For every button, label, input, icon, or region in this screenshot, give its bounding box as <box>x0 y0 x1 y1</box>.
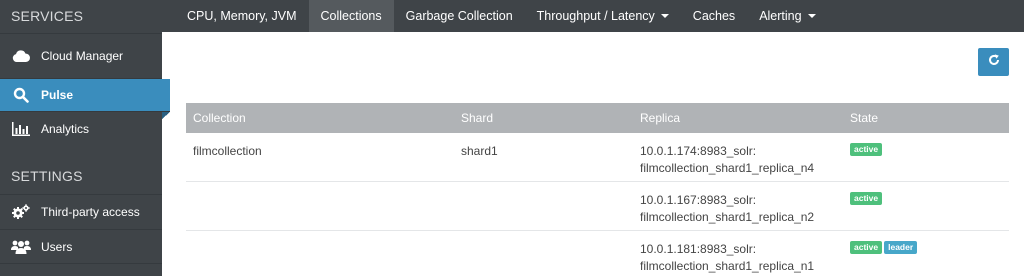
table-row: 10.0.1.181:8983_solr: filmcollection_sha… <box>186 231 1009 279</box>
tab-throughput-latency[interactable]: Throughput / Latency <box>525 0 681 32</box>
sidebar-item-analytics[interactable]: Analytics <box>0 112 162 146</box>
services-heading: SERVICES <box>11 8 84 24</box>
replica-host: 10.0.1.181:8983_solr: <box>640 242 757 256</box>
status-badge: active <box>850 241 883 254</box>
search-icon <box>11 87 31 103</box>
sidebar-item-label: Cloud Manager <box>41 49 124 63</box>
column-header-collection: Collection <box>193 111 246 125</box>
table-row: filmcollection shard1 10.0.1.174:8983_so… <box>186 133 1009 182</box>
column-header-shard: Shard <box>461 111 494 125</box>
sidebar-item-label: Pulse <box>41 88 74 102</box>
tab-garbage-collection[interactable]: Garbage Collection <box>394 0 525 32</box>
tab-cpu-memory-jvm[interactable]: CPU, Memory, JVM <box>162 0 309 32</box>
tab-label: Collections <box>320 9 382 23</box>
replica-host: 10.0.1.167:8983_solr: <box>640 193 757 207</box>
replica-cell: 10.0.1.167:8983_solr: filmcollection_sha… <box>633 182 844 230</box>
collection-cell: filmcollection <box>193 144 262 158</box>
sidebar-item-pulse[interactable]: Pulse <box>0 79 170 119</box>
chevron-down-icon <box>807 14 816 18</box>
column-header-replica: Replica <box>640 111 681 125</box>
tab-label: Caches <box>692 9 736 23</box>
collection-cell <box>186 231 454 279</box>
state-cell: active leader <box>844 231 1009 279</box>
tab-label: CPU, Memory, JVM <box>187 9 297 23</box>
tab-label: Throughput / Latency <box>536 9 655 23</box>
sidebar-item-label: Third-party access <box>41 205 140 219</box>
sidebar-item-users[interactable]: Users <box>0 230 162 264</box>
replica-name: filmcollection_shard1_replica_n2 <box>640 210 815 224</box>
gears-icon <box>11 204 31 220</box>
column-header-state: State <box>850 111 879 125</box>
bar-chart-icon <box>11 121 31 137</box>
table-header: Collection Shard Replica State <box>186 103 1009 133</box>
chevron-down-icon <box>660 14 669 18</box>
replica-host: 10.0.1.174:8983_solr: <box>640 144 757 158</box>
leader-badge: leader <box>884 241 918 254</box>
collections-table: Collection Shard Replica State filmcolle… <box>186 103 1009 279</box>
replica-name: filmcollection_shard1_replica_n1 <box>640 259 815 273</box>
top-nav: CPU, Memory, JVM Collections Garbage Col… <box>162 0 1024 32</box>
tab-alerting[interactable]: Alerting <box>747 0 827 32</box>
settings-heading: SETTINGS <box>11 168 83 184</box>
shard-cell <box>454 182 633 230</box>
users-icon <box>11 239 31 255</box>
sidebar: SERVICES Cloud Manager Pulse Analytics S… <box>0 0 170 276</box>
tab-caches[interactable]: Caches <box>681 0 747 32</box>
shard-cell: shard1 <box>461 144 498 158</box>
replica-cell: 10.0.1.181:8983_solr: filmcollection_sha… <box>633 231 844 279</box>
state-cell: active <box>844 133 1009 181</box>
shard-cell <box>454 231 633 279</box>
sidebar-item-third-party-access[interactable]: Third-party access <box>0 195 162 230</box>
cloud-icon <box>11 48 31 64</box>
status-badge: active <box>850 192 883 205</box>
refresh-button[interactable] <box>978 48 1009 76</box>
refresh-icon <box>988 53 1000 71</box>
status-badge: active <box>850 143 883 156</box>
replica-name: filmcollection_shard1_replica_n4 <box>640 161 815 175</box>
sidebar-item-cloud-manager[interactable]: Cloud Manager <box>0 34 162 79</box>
sidebar-item-label: Analytics <box>41 122 90 136</box>
replica-cell: 10.0.1.174:8983_solr: filmcollection_sha… <box>633 133 844 181</box>
tab-collections[interactable]: Collections <box>308 0 394 32</box>
tab-label: Alerting <box>759 9 802 23</box>
sidebar-item-label: Users <box>41 239 73 254</box>
tab-label: Garbage Collection <box>405 9 513 23</box>
table-row: 10.0.1.167:8983_solr: filmcollection_sha… <box>186 182 1009 231</box>
collection-cell <box>186 182 454 230</box>
state-cell: active <box>844 182 1009 230</box>
